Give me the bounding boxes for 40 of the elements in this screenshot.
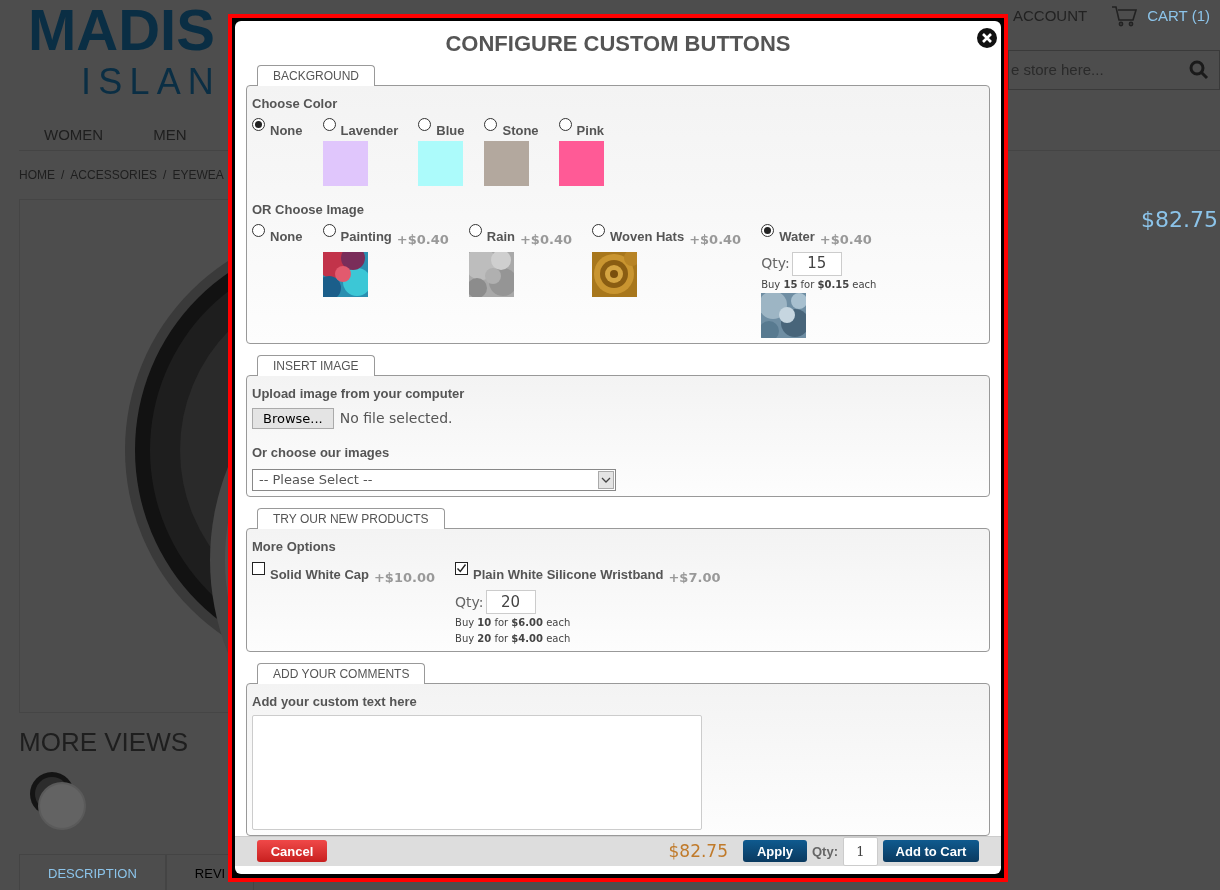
breadcrumb-separator: / (61, 167, 65, 184)
total-price: $82.75 (668, 839, 728, 863)
qty-label: Qty: (761, 254, 790, 273)
option-label: Stone (502, 121, 539, 140)
radio-button[interactable] (418, 117, 432, 131)
option-label: Pink (576, 121, 605, 140)
product-tab[interactable]: DESCRIPTION (19, 854, 166, 890)
price-text: +$0.40 (689, 231, 742, 247)
color-swatch[interactable] (484, 141, 530, 186)
price-text: +$7.00 (668, 570, 721, 585)
option-label: Woven Hats (610, 227, 685, 246)
cart-link[interactable]: CART (1) (1147, 4, 1210, 28)
option-label: None (270, 121, 303, 140)
logo-subtitle: ISLAN (81, 60, 222, 104)
dialog-title: CONFIGURE CUSTOM BUTTONS (445, 31, 791, 57)
option-label: Water (779, 227, 815, 246)
qty-field[interactable]: 1 (843, 836, 878, 866)
radio-button[interactable] (761, 223, 775, 237)
radio-button[interactable] (558, 117, 572, 131)
color-swatch[interactable] (558, 141, 604, 186)
qty-field[interactable]: 15 (791, 251, 842, 276)
comment-field[interactable] (252, 714, 702, 830)
color-swatch[interactable] (322, 141, 368, 186)
cancel-button[interactable]: Cancel (257, 840, 327, 863)
price-text: +$0.40 (819, 231, 872, 247)
option-label: Lavender (340, 121, 399, 140)
logo-text: MADIS (28, 0, 216, 60)
add-to-cart-button[interactable]: Add to Cart (883, 840, 979, 863)
product-price: $82.75 (1141, 206, 1218, 234)
apply-button[interactable]: Apply (743, 840, 807, 863)
option-label: Blue (436, 121, 465, 140)
radio-button[interactable] (484, 117, 498, 131)
color-swatch[interactable] (418, 141, 464, 186)
section-label: Choose Color (252, 95, 339, 113)
radio-button[interactable] (252, 117, 265, 131)
breadcrumb-separator: / (163, 167, 167, 184)
chevron-down-icon (598, 470, 614, 489)
qty-label: Qty: (812, 842, 838, 861)
radio-button[interactable] (322, 117, 336, 131)
price-note: Buy 15 for $0.15 each (761, 277, 877, 292)
